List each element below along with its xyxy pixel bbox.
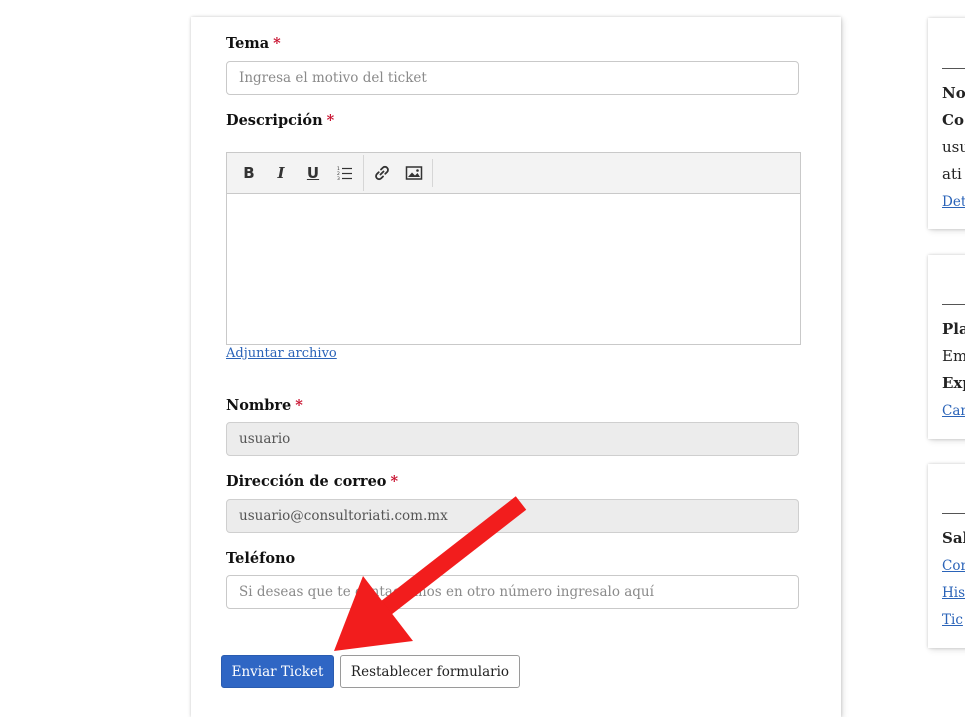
submit-ticket-button[interactable]: Enviar Ticket (221, 655, 334, 688)
subject-label: Tema * (226, 35, 281, 52)
sidebar-card-text: Em (942, 347, 965, 365)
sidebar-card-subheading: Co (942, 111, 964, 129)
bold-button[interactable]: B (233, 159, 265, 187)
ordered-list-icon: 1 2 3 (337, 166, 352, 181)
image-icon (405, 166, 423, 180)
email-label: Dirección de correo * (226, 473, 399, 490)
sidebar-card-heading: Pla (942, 320, 965, 338)
sidebar-card-plan: Pla Em Exp Car (928, 255, 965, 439)
sidebar-card-link[interactable]: Tic (942, 612, 963, 628)
reset-form-button[interactable]: Restablecer formulario (340, 655, 520, 688)
italic-button[interactable]: I (265, 159, 297, 187)
card-divider (942, 304, 965, 305)
name-label: Nombre * (226, 397, 303, 414)
ticket-form-card: Tema* Descripción* B I U 1 2 3 (191, 17, 841, 717)
email-input (226, 499, 799, 533)
link-icon (375, 165, 389, 181)
description-textarea[interactable] (227, 194, 800, 344)
editor-toolbar: B I U 1 2 3 (227, 153, 800, 194)
image-button[interactable] (398, 159, 430, 187)
sidebar-card-link[interactable]: Cor (942, 558, 965, 574)
sidebar-card-balance: Sal Cor His Tic (928, 464, 965, 648)
phone-label: Teléfono (226, 550, 296, 567)
underline-button[interactable]: U (297, 159, 329, 187)
sidebar-card-link[interactable]: His (942, 585, 965, 601)
link-button[interactable] (366, 159, 398, 187)
sidebar-card-text: usu (942, 138, 965, 156)
sidebar-card-link[interactable]: Det (942, 194, 965, 210)
description-editor: B I U 1 2 3 (226, 152, 801, 345)
sidebar-card-subheading: Exp (942, 374, 965, 392)
subject-input[interactable] (226, 61, 799, 95)
sidebar-card-heading: Sal (942, 529, 965, 547)
description-label: Descripción * (226, 112, 335, 129)
card-divider (942, 513, 965, 514)
name-input (226, 422, 799, 456)
toolbar-divider (432, 159, 433, 187)
attach-file-link[interactable]: Adjuntar archivo (226, 346, 337, 361)
svg-text:3: 3 (337, 176, 340, 181)
phone-input[interactable] (226, 575, 799, 609)
ordered-list-button[interactable]: 1 2 3 (329, 159, 361, 187)
sidebar-card-heading: No (942, 84, 965, 102)
toolbar-divider (363, 155, 364, 191)
sidebar-card-link[interactable]: Car (942, 403, 965, 419)
card-divider (942, 68, 965, 69)
sidebar-card-notices: No Co usu ati Det (928, 18, 965, 229)
sidebar-card-text: ati (942, 165, 962, 183)
